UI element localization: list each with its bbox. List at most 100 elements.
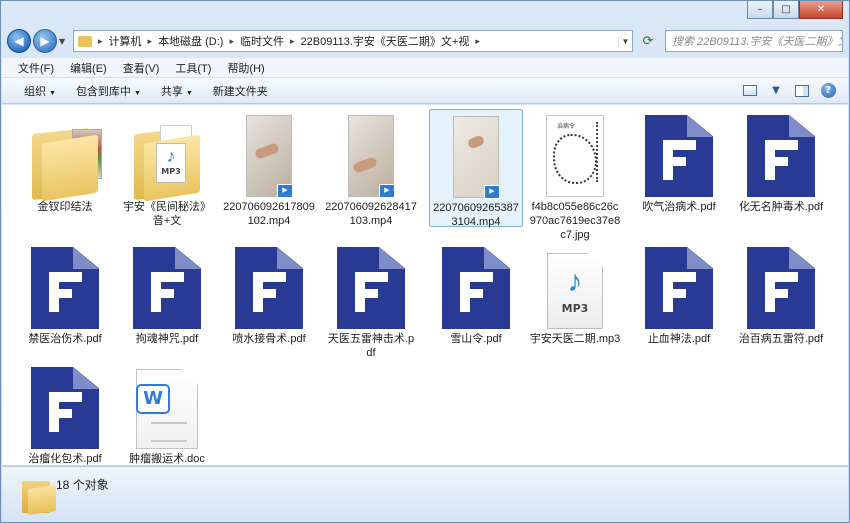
file-name: 止血神法.pdf (647, 333, 711, 345)
chevron-right-icon[interactable]: ▸ (473, 36, 482, 47)
explorer-window: – □ ✕ ◀ ▶ ▼ ▸ 计算机 ▸ 本地磁盘 (D:) ▸ 临时文件 ▸ 2… (0, 0, 850, 523)
share-button[interactable]: 共享 ▼ (153, 83, 205, 99)
folder-icon (78, 35, 92, 47)
chevron-right-icon[interactable]: ▸ (227, 36, 236, 47)
file-item-selected[interactable]: ▶ 220706092653873104.mp4 (429, 109, 523, 228)
file-item[interactable]: 止血神法.pdf (632, 241, 726, 346)
organize-label: 组织 (24, 85, 46, 98)
video-thumbnail: ▶ (222, 109, 316, 198)
breadcrumb-temp[interactable]: 临时文件 (236, 33, 288, 49)
file-name: 宇安天医二期.mp3 (529, 333, 621, 345)
refresh-icon[interactable]: ⟳ (635, 30, 661, 52)
file-name: 宇安《民间秘法》音+文 (123, 201, 211, 227)
status-bar: 18 个对象 (2, 466, 848, 522)
video-badge-icon: ▶ (379, 184, 395, 198)
file-item[interactable]: 禁医治伤术.pdf (18, 241, 112, 346)
file-name: 金钗印结法 (37, 201, 93, 213)
image-thumbnail: 治病令 (528, 109, 622, 197)
file-item[interactable]: 喷水接骨术.pdf (222, 241, 316, 346)
help-icon: ? (820, 83, 836, 98)
pdf-icon (734, 109, 828, 197)
pdf-icon (734, 241, 828, 329)
include-library-button[interactable]: 包含到库中 ▼ (68, 83, 153, 99)
pdf-icon (18, 361, 112, 449)
file-item[interactable]: 拘魂神咒.pdf (120, 241, 214, 346)
file-name: 治瘤化包术.pdf (28, 453, 102, 465)
file-item[interactable]: ♪ MP3 宇安《民间秘法》音+文 (120, 109, 214, 228)
pdf-icon (324, 241, 418, 329)
menu-help[interactable]: 帮助(H) (219, 60, 272, 76)
file-name: 雪山令.pdf (450, 333, 502, 345)
file-item[interactable]: ▶ 220706092617809102.mp4 (222, 109, 316, 228)
file-name: 天医五雷神击术.pdf (327, 333, 415, 359)
preview-pane-button[interactable] (794, 84, 810, 98)
file-name: 化无名肿毒术.pdf (738, 201, 824, 213)
folder-icon (18, 109, 112, 202)
address-dropdown[interactable]: ▼ (618, 36, 632, 46)
chevron-down-icon: ▼ (49, 89, 56, 97)
share-label: 共享 (160, 85, 183, 98)
file-item[interactable]: 治病令 f4b8c055e86c26c970ac7619ec37e8c7.jpg (528, 109, 622, 242)
breadcrumb-computer[interactable]: 计算机 (105, 33, 146, 49)
chevron-right-icon[interactable]: ▸ (96, 36, 105, 47)
file-item[interactable]: 雪山令.pdf (429, 241, 523, 346)
view-icon (743, 85, 757, 96)
file-name: f4b8c055e86c26c970ac7619ec37e8c7.jpg (529, 201, 621, 241)
preview-pane-icon (795, 84, 809, 97)
menu-edit[interactable]: 编辑(E) (62, 60, 115, 76)
navigation-row: ◀ ▶ ▼ ▸ 计算机 ▸ 本地磁盘 (D:) ▸ 临时文件 ▸ 22B0911… (7, 28, 843, 54)
file-item[interactable]: 吹气治病术.pdf (632, 109, 726, 214)
minimize-button[interactable]: – (747, 1, 773, 19)
new-folder-button[interactable]: 新建文件夹 (205, 83, 280, 99)
folder-icon: ♪ MP3 (120, 109, 214, 202)
address-bar[interactable]: ▸ 计算机 ▸ 本地磁盘 (D:) ▸ 临时文件 ▸ 22B09113.宇安《天… (73, 30, 633, 52)
folder-icon (22, 477, 56, 515)
change-view-button[interactable] (742, 84, 758, 98)
file-item[interactable]: 天医五雷神击术.pdf (324, 241, 418, 360)
menu-bar: 文件(F) 编辑(E) 查看(V) 工具(T) 帮助(H) (2, 58, 848, 78)
organize-button[interactable]: 组织 ▼ (16, 83, 68, 99)
menu-tools[interactable]: 工具(T) (167, 60, 219, 76)
caption-buttons: – □ ✕ (747, 1, 843, 19)
file-item[interactable]: 金钗印结法 (18, 109, 112, 214)
video-thumbnail: ▶ (430, 110, 522, 199)
pdf-icon (429, 241, 523, 329)
forward-arrow-icon[interactable]: ▶ (33, 29, 57, 53)
file-name: 治百病五雷符.pdf (738, 333, 824, 345)
file-item[interactable]: W 肿瘤搬运术.doc (120, 361, 214, 466)
file-name: 肿瘤搬运术.doc (129, 453, 205, 465)
pdf-icon (222, 241, 316, 329)
menu-file[interactable]: 文件(F) (10, 60, 62, 76)
file-name: 220706092617809102.mp4 (223, 201, 315, 227)
pdf-icon (632, 241, 726, 329)
mp3-file-icon: ♪ MP3 (528, 241, 622, 329)
file-item[interactable]: 化无名肿毒术.pdf (734, 109, 828, 214)
pdf-icon (18, 241, 112, 329)
menu-view[interactable]: 查看(V) (115, 60, 168, 76)
file-name: 禁医治伤术.pdf (28, 333, 102, 345)
pdf-icon (632, 109, 726, 197)
video-badge-icon: ▶ (277, 184, 293, 198)
search-input[interactable]: 搜索 22B09113.宇安《天医二期》文... ⌕ (665, 30, 843, 52)
video-badge-icon: ▶ (484, 185, 500, 199)
close-button[interactable]: ✕ (799, 1, 843, 19)
view-options-dropdown[interactable]: ▼ (768, 84, 784, 98)
chevron-right-icon[interactable]: ▸ (146, 36, 155, 47)
file-name: 喷水接骨术.pdf (232, 333, 306, 345)
chevron-right-icon[interactable]: ▸ (288, 36, 297, 47)
video-thumbnail: ▶ (324, 109, 418, 198)
breadcrumb-drive[interactable]: 本地磁盘 (D:) (154, 33, 227, 49)
word-doc-icon: W (120, 361, 214, 449)
help-button[interactable]: ? (820, 83, 836, 98)
maximize-button[interactable]: □ (773, 1, 799, 19)
file-item[interactable]: 治瘤化包术.pdf (18, 361, 112, 466)
back-arrow-icon[interactable]: ◀ (7, 29, 31, 53)
recent-pages-dropdown[interactable]: ▼ (59, 37, 69, 46)
file-item[interactable]: ▶ 220706092628417103.mp4 (324, 109, 418, 228)
breadcrumb-current[interactable]: 22B09113.宇安《天医二期》文+视 (297, 33, 474, 49)
file-list: 金钗印结法 ♪ MP3 宇安《民间秘法》音+文 ▶ 220706092617809… (2, 105, 848, 465)
file-item[interactable]: ♪ MP3 宇安天医二期.mp3 (528, 241, 622, 346)
file-item[interactable]: 治百病五雷符.pdf (734, 241, 828, 346)
command-toolbar: 组织 ▼ 包含到库中 ▼ 共享 ▼ 新建文件夹 ▼ ? (2, 78, 848, 104)
item-count: 18 个对象 (56, 478, 109, 492)
